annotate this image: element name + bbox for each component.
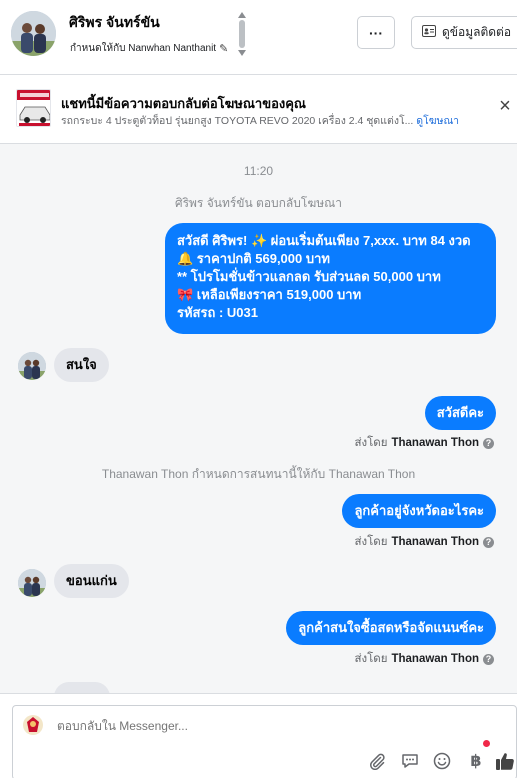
sent-by-label: ส่งโดย Thanawan Thon ?: [354, 533, 494, 551]
view-contact-button[interactable]: ดูข้อมูลติดต่อ: [411, 16, 517, 49]
ad-thumbnail[interactable]: [16, 89, 51, 127]
contact-card-icon: [422, 25, 436, 40]
ad-description-text: รถกระบะ 4 ประตูตัวท็อป รุ่นยกสูง TOYOTA …: [61, 115, 414, 127]
pencil-icon[interactable]: ✎: [219, 42, 228, 55]
message-bubble-outgoing[interactable]: ลูกค้าสนใจซื้อสดหรือจัดแนนซ์คะ: [286, 611, 496, 645]
saved-reply-icon[interactable]: [399, 750, 421, 772]
sent-by-prefix: ส่งโดย: [354, 437, 388, 449]
message-bubble-incoming[interactable]: สนใจ: [54, 348, 109, 382]
more-options-button[interactable]: ···: [357, 16, 395, 49]
sender-name: Thanawan Thon: [391, 653, 479, 665]
notification-dot: [483, 740, 490, 747]
contact-avatar-small[interactable]: [18, 569, 46, 597]
sort-arrows-icon[interactable]: [236, 11, 248, 57]
ad-description: รถกระบะ 4 ประตูตัวท็อป รุ่นยกสูง TOYOTA …: [61, 112, 481, 129]
sent-by-label: ส่งโดย Thanawan Thon ?: [354, 650, 494, 668]
attachment-icon[interactable]: [366, 750, 388, 772]
message-bubble-incoming-partial[interactable]: [54, 682, 110, 693]
sender-name: Thanawan Thon: [391, 536, 479, 548]
message-bubble-outgoing[interactable]: ลูกค้าอยู่จังหวัดอะไรคะ: [342, 494, 496, 528]
message-line: 🔔 ราคาปกติ 569,000 บาท: [177, 251, 330, 266]
view-contact-label: ดูข้อมูลติดต่อ: [442, 25, 512, 39]
sent-by-prefix: ส่งโดย: [354, 653, 388, 665]
message-line: รหัสรถ : U031: [177, 305, 258, 320]
contact-name: ศิริพร จันทร์ขัน: [69, 14, 160, 30]
help-icon[interactable]: ?: [483, 437, 494, 449]
contact-avatar-small[interactable]: [18, 352, 46, 380]
sent-by-prefix: ส่งโดย: [354, 536, 388, 548]
message-line: 🎀 เหลือเพียงราคา 519,000 บาท: [177, 287, 362, 302]
message-line: ** โปรโมชั่นข้าวแลกลด รับส่วนลด 50,000 บ…: [177, 269, 441, 284]
page-avatar: [22, 714, 44, 736]
sent-by-label: ส่งโดย Thanawan Thon ?: [354, 434, 494, 452]
baht-icon[interactable]: ฿: [465, 750, 487, 772]
contact-avatar[interactable]: [11, 11, 56, 56]
view-ad-link[interactable]: ดูโฆษณา: [416, 115, 459, 127]
message-timestamp: 11:20: [243, 164, 274, 178]
ad-title: แชทนี้มีข้อความตอบกลับต่อโฆษณาของคุณ: [61, 96, 306, 111]
assigned-to-text: กำหนดให้กับ Nanwhan Nanthanit: [70, 43, 217, 54]
assignment-label[interactable]: กำหนดให้กับ Nanwhan Nanthanit ✎: [70, 41, 228, 56]
message-bubble-outgoing[interactable]: สวัสดีคะ: [424, 396, 496, 430]
message-line: สวัสดี ศิริพร! ✨ ผ่อนเริ่มต้นเพียง 7,xxx…: [177, 233, 471, 248]
composer-box[interactable]: ฿: [12, 705, 517, 778]
close-icon[interactable]: ×: [497, 96, 513, 116]
more-icon: ···: [369, 24, 383, 41]
sender-name: Thanawan Thon: [391, 437, 479, 449]
message-bubble-outgoing[interactable]: สวัสดี ศิริพร! ✨ ผ่อนเริ่มต้นเพียง 7,xxx…: [165, 223, 496, 334]
message-thread[interactable]: 11:20 ศิริพร จันทร์ขัน ตอบกลับโฆษณา สวัส…: [0, 144, 517, 693]
ad-reply-note: ศิริพร จันทร์ขัน ตอบกลับโฆษณา: [174, 196, 343, 210]
help-icon[interactable]: ?: [483, 653, 494, 665]
help-icon[interactable]: ?: [483, 536, 494, 548]
assignment-note: Thanawan Thon กำหนดการสนทนานี้ให้กับ Tha…: [101, 467, 416, 481]
ad-reply-banner: แชทนี้มีข้อความตอบกลับต่อโฆษณาของคุณ รถก…: [0, 75, 517, 143]
conversation-header: ศิริพร จันทร์ขัน กำหนดให้กับ Nanwhan Nan…: [0, 0, 517, 68]
message-bubble-incoming[interactable]: ขอนแก่น: [54, 564, 129, 598]
reply-input[interactable]: [57, 719, 357, 733]
message-composer: ฿: [0, 693, 517, 778]
like-icon[interactable]: [494, 750, 516, 772]
emoji-icon[interactable]: [431, 750, 453, 772]
